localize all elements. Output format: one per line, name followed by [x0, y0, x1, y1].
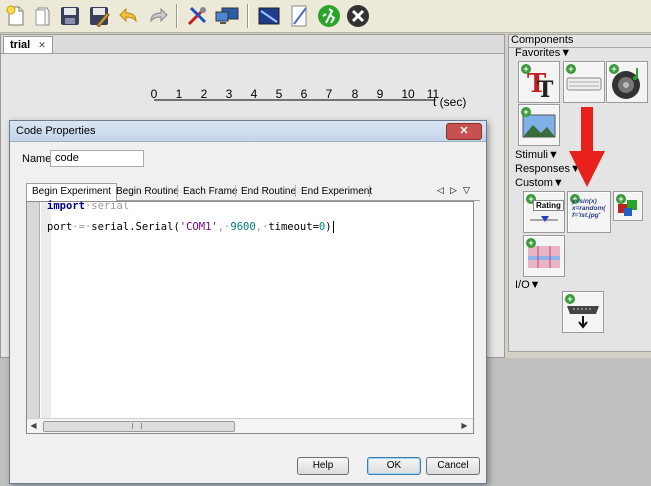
tab-begin-experiment[interactable]: Begin Experiment	[26, 183, 117, 201]
code-tabs: Begin Experiment Begin Routine Each Fram…	[26, 183, 480, 201]
rating-component-button[interactable]: + Rating	[523, 191, 565, 233]
sound-component-button[interactable]: +	[606, 61, 648, 103]
save-as-icon[interactable]	[86, 3, 112, 29]
patch-component-button[interactable]: +	[613, 191, 643, 221]
code-text: ·serial	[84, 200, 130, 212]
dialog-title: Code Properties	[16, 125, 96, 137]
table-component-button[interactable]: +	[523, 235, 565, 277]
category-io[interactable]: I/O▼	[515, 279, 541, 291]
image-component-button[interactable]: +	[518, 104, 560, 146]
timeline-tick: 8	[351, 87, 359, 101]
code-token: port	[47, 221, 73, 233]
name-field[interactable]: code	[50, 150, 144, 167]
cancel-button[interactable]: Cancel	[426, 457, 480, 475]
rating-scale-icon	[530, 216, 558, 222]
code-icon-text: y=sin(x) x=random( f='ist.jpg'	[572, 198, 606, 219]
code-token: 9600	[230, 221, 256, 233]
components-title: Components	[511, 34, 574, 46]
code-component-button[interactable]: + y=sin(x) x=random( f='ist.jpg'	[567, 191, 611, 233]
timeline-tick: 2	[200, 87, 208, 101]
scrollbar-thumb[interactable]	[43, 421, 235, 432]
code-token: ,·	[255, 221, 269, 233]
tab-end-experiment[interactable]: End Experiment	[295, 183, 378, 200]
tab-scroll-right-icon[interactable]: ▷	[450, 185, 457, 196]
category-favorites[interactable]: Favorites▼	[515, 47, 571, 59]
svg-text:T: T	[537, 77, 554, 102]
code-token: )	[325, 221, 332, 233]
timeline-tick: 1	[175, 87, 183, 101]
parallel-port-component-button[interactable]: +	[562, 291, 604, 333]
timeline-tick: 0	[150, 87, 158, 101]
code-line-2: port·=·serial.Serial('COM1',·9600,·timeo…	[47, 221, 334, 233]
timeline-tick: 4	[250, 87, 258, 101]
text-component-button[interactable]: + TT	[518, 61, 560, 103]
timeline-tick: 6	[300, 87, 308, 101]
timeline-axis	[154, 99, 434, 101]
timeline-tick: 10	[401, 87, 415, 101]
code-token: timeout=	[268, 221, 319, 233]
monitor-center-icon[interactable]	[214, 3, 240, 29]
timeline-tick: 5	[275, 87, 283, 101]
components-panel: Components Favorites▼ + TT + + + Stimuli…	[508, 34, 651, 352]
scroll-left-icon[interactable]: ◀	[29, 421, 38, 431]
text-cursor	[332, 221, 334, 233]
new-file-icon[interactable]	[3, 3, 29, 29]
fold-margin	[41, 202, 51, 418]
tab-begin-routine[interactable]: Begin Routine	[110, 183, 185, 200]
preferences-icon[interactable]	[184, 3, 210, 29]
tab-scroll-left-icon[interactable]: ◁	[437, 185, 444, 196]
undo-icon[interactable]	[116, 3, 142, 29]
experiment-settings-icon[interactable]	[256, 3, 282, 29]
tab-list-icon[interactable]: ▽	[463, 185, 470, 196]
tab-each-frame[interactable]: Each Frame	[177, 183, 243, 200]
compile-script-icon[interactable]	[286, 3, 312, 29]
code-properties-dialog: Code Properties ✕ Name code Begin Experi…	[9, 120, 487, 484]
keyboard-component-button[interactable]: +	[563, 61, 605, 103]
code-token: ,·	[217, 221, 231, 233]
name-label: Name	[22, 153, 52, 165]
open-file-icon[interactable]	[30, 3, 56, 29]
category-custom[interactable]: Custom▼	[515, 177, 564, 189]
code-token: ·=·	[72, 221, 92, 233]
timeline-tick: 9	[376, 87, 384, 101]
code-line-1: import·serial	[47, 200, 129, 212]
code-token: 'COM1'	[179, 221, 218, 233]
category-stimuli[interactable]: Stimuli▼	[515, 149, 559, 161]
rating-label: Rating	[533, 200, 564, 211]
horizontal-scrollbar[interactable]: ◀ ▶	[27, 418, 473, 433]
code-keyword: import	[47, 200, 85, 212]
scroll-right-icon[interactable]: ▶	[460, 421, 469, 431]
save-icon[interactable]	[57, 3, 83, 29]
redo-icon[interactable]	[145, 3, 171, 29]
ok-button[interactable]: OK	[367, 457, 421, 475]
code-token: serial.Serial(	[91, 221, 180, 233]
help-button[interactable]: Help	[297, 457, 349, 475]
timeline-tick: 3	[225, 87, 233, 101]
toolbar	[0, 0, 651, 33]
timeline-unit-label: t (sec)	[433, 95, 467, 109]
timeline-tick: 7	[325, 87, 333, 101]
stop-icon[interactable]	[345, 3, 371, 29]
run-icon[interactable]	[316, 3, 342, 29]
red-arrow-icon	[569, 107, 605, 187]
tab-end-routine[interactable]: End Routine	[235, 183, 302, 200]
line-number-gutter	[27, 202, 40, 418]
dialog-titlebar[interactable]: Code Properties ✕	[10, 121, 486, 142]
dialog-close-button[interactable]: ✕	[446, 123, 482, 140]
code-editor[interactable]: import·serial port·=·serial.Serial('COM1…	[26, 200, 474, 434]
